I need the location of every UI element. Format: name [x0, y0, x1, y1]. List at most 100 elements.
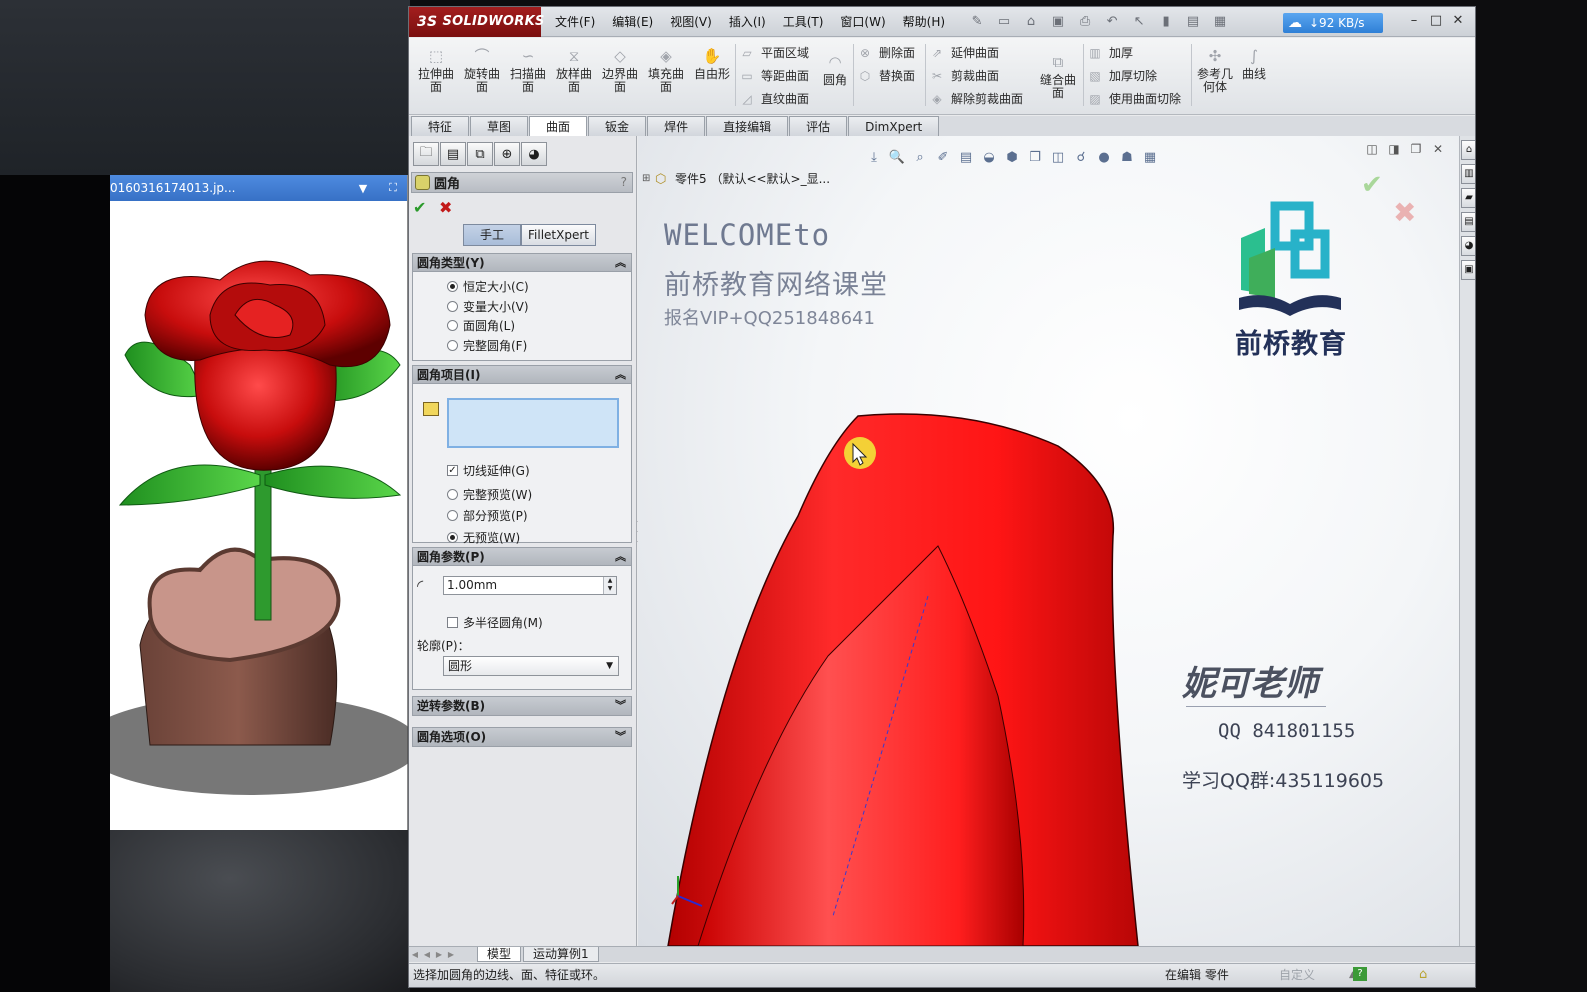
replace-face-button[interactable]: ⬡ 替换面	[857, 67, 915, 84]
cancel-button[interactable]: ✖	[439, 198, 457, 217]
menu-help[interactable]: 帮助(H)	[903, 13, 945, 30]
radio-constant-size[interactable]: 恒定大小(C)	[447, 278, 529, 295]
property-manager-icon[interactable]: ▤	[440, 142, 466, 166]
boundary-surface-button[interactable]: ◇ 边界曲面	[599, 49, 641, 94]
offset-surface-button[interactable]: ▭ 等距曲面	[739, 67, 809, 84]
radio-face-fillet[interactable]: 面圆角(L)	[447, 317, 515, 334]
home-icon[interactable]: ⌂	[1461, 140, 1475, 160]
rebuild-icon[interactable]: ▮	[1157, 13, 1175, 31]
knit-surface-button[interactable]: ⧉ 缝合曲面	[1037, 55, 1079, 100]
edit-appearance-icon[interactable]: ◫	[1048, 148, 1068, 166]
appearances-icon[interactable]: ◕	[1461, 236, 1475, 256]
collapse-icon[interactable]: ︽	[615, 548, 626, 566]
tag-icon[interactable]: ⌂	[1419, 964, 1427, 986]
display-manager-icon[interactable]: ◕	[521, 142, 547, 166]
filletxpert-mode-button[interactable]: FilletXpert	[521, 224, 596, 246]
profile-select[interactable]: 圆形 ▼	[443, 656, 619, 676]
fillet-options-header[interactable]: 圆角选项(O) ︾	[413, 728, 631, 746]
file-explorer-icon[interactable]: ▰	[1461, 188, 1475, 208]
next-tab-icon[interactable]: ▶	[433, 947, 445, 962]
revolved-surface-button[interactable]: ⌒ 旋转曲面	[461, 49, 503, 94]
multi-radius-checkbox[interactable]: 多半径圆角(M)	[447, 614, 543, 631]
tab-evaluate[interactable]: 评估	[789, 116, 848, 136]
menu-tools[interactable]: 工具(T)	[783, 13, 824, 30]
radius-spinner[interactable]: ▲ ▼	[603, 577, 616, 594]
trim-surface-button[interactable]: ✂ 剪裁曲面	[929, 67, 999, 84]
tab-weldments[interactable]: 焊件	[647, 116, 706, 136]
delete-face-button[interactable]: ⊗ 删除面	[857, 44, 915, 61]
units-indicator[interactable]: 自定义	[1279, 964, 1315, 986]
menu-file[interactable]: 文件(F)	[555, 13, 595, 30]
restore-view-icon[interactable]: ❐	[1405, 142, 1427, 156]
menu-window[interactable]: 窗口(W)	[840, 13, 885, 30]
manual-mode-button[interactable]: 手工	[463, 224, 522, 246]
menu-view[interactable]: 视图(V)	[670, 13, 712, 30]
fillet-button[interactable]: ◠ 圆角	[819, 55, 851, 87]
tab-surfaces[interactable]: 曲面	[529, 116, 588, 137]
realview-icon[interactable]: ☗	[1117, 148, 1137, 166]
view-orientation-icon[interactable]: ◒	[979, 148, 999, 166]
fillet-parameters-header[interactable]: 圆角参数(P) ︽	[413, 548, 631, 566]
tab-model[interactable]: 模型	[477, 947, 522, 962]
design-library-icon[interactable]: ▥	[1461, 164, 1475, 184]
surface-cut-button[interactable]: ▨ 使用曲面切除	[1087, 90, 1181, 107]
collapse-icon[interactable]: ︽	[615, 254, 626, 272]
file-props-icon[interactable]: ▤	[1184, 13, 1202, 31]
curves-button[interactable]: ∫ 曲线	[1239, 49, 1269, 81]
tab-direct-editing[interactable]: 直接编辑	[706, 116, 789, 136]
radio-variable-size[interactable]: 变量大小(V)	[447, 298, 529, 315]
config-manager-icon[interactable]: ⧉	[467, 142, 493, 166]
swept-surface-button[interactable]: ∽ 扫描曲面	[507, 49, 549, 94]
tab-features[interactable]: 特征	[411, 116, 470, 136]
tab-motion-study[interactable]: 运动算例1	[523, 947, 599, 962]
help-icon[interactable]: ?	[621, 175, 627, 189]
radio-no-preview[interactable]: 无预览(W)	[447, 529, 520, 546]
thickened-cut-button[interactable]: ▧ 加厚切除	[1087, 67, 1157, 84]
ok-button[interactable]: ✔	[413, 198, 431, 217]
thicken-button[interactable]: ▥ 加厚	[1087, 44, 1133, 61]
help-status-icon[interactable]: ?	[1353, 967, 1367, 981]
radio-partial-preview[interactable]: 部分预览(P)	[447, 507, 528, 524]
radio-full-preview[interactable]: 完整预览(W)	[447, 486, 532, 503]
radius-input[interactable]: 1.00mm ▲ ▼	[443, 576, 617, 595]
options-icon[interactable]: ▦	[1211, 13, 1229, 31]
untrim-surface-button[interactable]: ◈ 解除剪裁曲面	[929, 90, 1023, 107]
fullscreen-icon[interactable]: ⛶	[385, 180, 401, 196]
lofted-surface-button[interactable]: ⧖ 放样曲面	[553, 49, 595, 94]
confirm-corner-cancel-icon[interactable]: ✖	[1393, 196, 1416, 229]
zoom-fit-icon[interactable]: ⤓	[864, 148, 884, 166]
undo-icon[interactable]: ↶	[1103, 13, 1121, 31]
view-settings-icon[interactable]: ●	[1094, 148, 1114, 166]
fillet-items-header[interactable]: 圆角项目(I) ︽	[413, 366, 631, 384]
zoom-area-icon[interactable]: 🔍	[887, 148, 907, 166]
extend-surface-button[interactable]: ⇗ 延伸曲面	[929, 44, 999, 61]
hide-show-icon[interactable]: ❐	[1025, 148, 1045, 166]
fillet-type-header[interactable]: 圆角类型(Y) ︽	[413, 254, 631, 272]
dropdown-icon[interactable]: ▼	[355, 180, 371, 196]
apply-scene-icon[interactable]: ☌	[1071, 148, 1091, 166]
tab-sheet-metal[interactable]: 钣金	[588, 116, 647, 136]
first-tab-icon[interactable]: ◀	[409, 947, 421, 962]
filled-surface-button[interactable]: ◈ 填充曲面	[645, 49, 687, 94]
pin-icon[interactable]: ✎	[968, 13, 986, 31]
menu-insert[interactable]: 插入(I)	[729, 13, 766, 30]
viewport-icon[interactable]: ◫	[1361, 142, 1383, 156]
custom-properties-icon[interactable]: ▣	[1461, 260, 1475, 280]
expand-icon[interactable]: ︾	[615, 697, 626, 715]
close-button[interactable]: ✕	[1447, 13, 1469, 28]
view-palette-icon[interactable]: ▤	[1461, 212, 1475, 232]
display-style-icon[interactable]: ⬢	[1002, 148, 1022, 166]
planar-surface-button[interactable]: ▱ 平面区域	[739, 44, 809, 61]
dynamic-annotation-icon[interactable]: ▤	[956, 148, 976, 166]
items-to-fillet-selection-box[interactable]	[447, 398, 619, 448]
print-icon[interactable]: ⎙	[1076, 13, 1094, 31]
reference-geometry-button[interactable]: ✣ 参考几 何体	[1195, 49, 1235, 94]
expand-icon[interactable]: ⊞	[642, 173, 652, 184]
confirm-corner-ok-icon[interactable]: ✔	[1361, 170, 1383, 200]
setback-parameters-header[interactable]: 逆转参数(B) ︾	[413, 697, 631, 715]
minimize-button[interactable]: –	[1403, 13, 1425, 28]
split-view-icon[interactable]: ◨	[1383, 142, 1405, 156]
collapse-icon[interactable]: ︽	[615, 366, 626, 384]
close-view-icon[interactable]: ✕	[1427, 142, 1449, 156]
previous-view-icon[interactable]: ⌕	[910, 148, 930, 166]
